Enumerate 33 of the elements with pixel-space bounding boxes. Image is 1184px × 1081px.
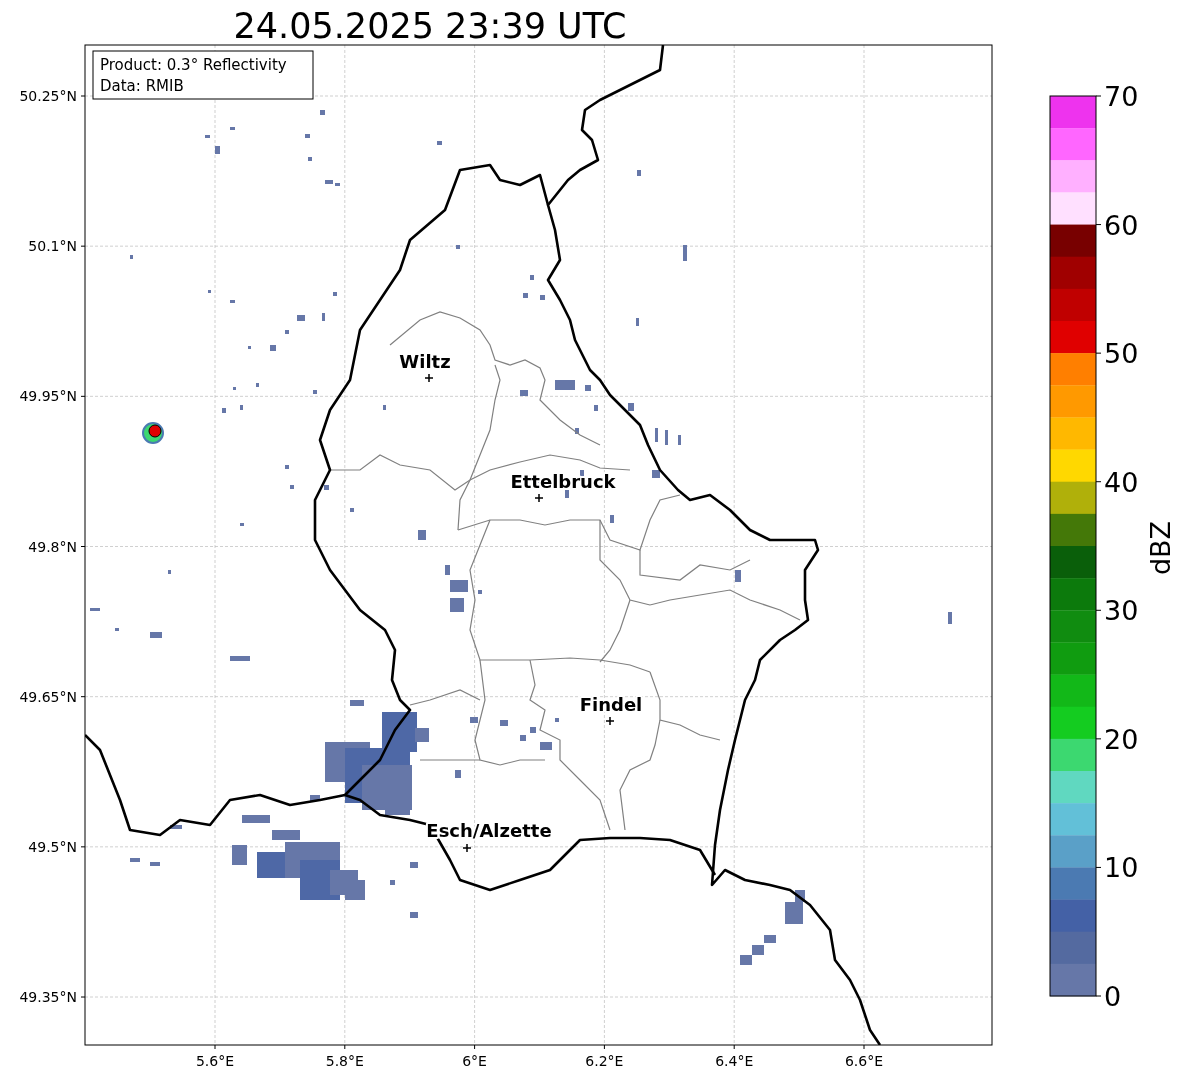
colorbar-label: 20 [1104, 723, 1139, 755]
colorbar-label: 0 [1104, 981, 1122, 1012]
latitude-label: 50.25°N [19, 88, 77, 104]
plus-marker-icon [462, 843, 472, 853]
colorbar-title: dBZ [1145, 520, 1176, 576]
info-text: Data: RMIB [100, 77, 184, 95]
colorbar-label: 70 [1104, 81, 1139, 112]
colorbar-label: 10 [1104, 852, 1139, 884]
colorbar-label: 50 [1104, 338, 1139, 370]
plus-marker-icon [424, 373, 434, 383]
latitude-label: 49.5°N [28, 838, 77, 855]
longitude-label: 6.2°E [585, 1053, 624, 1069]
plus-marker-icon [605, 716, 615, 726]
longitude-label: 6.4°E [715, 1053, 754, 1069]
latitude-label: 49.35°N [19, 989, 77, 1005]
colorbar-label: 60 [1104, 209, 1139, 241]
latitude-label: 49.8°N [28, 538, 77, 555]
radar-site-icon [142, 422, 164, 444]
city-label: Findel [579, 694, 643, 715]
latitude-label: 49.95°N [19, 388, 77, 405]
city-label: Ettelbruck [510, 471, 616, 492]
city-label: Wiltz [399, 351, 451, 372]
longitude-label: 5.8°E [325, 1053, 364, 1069]
longitude-label: 5.6°E [195, 1053, 235, 1069]
longitude-label: 6.6°E [844, 1053, 884, 1069]
colorbar-label: 40 [1104, 466, 1139, 498]
chart-title: 24.05.2025 23:39 UTC [233, 6, 627, 46]
latitude-label: 50.1°N [28, 238, 77, 255]
longitude-label: 6°E [462, 1053, 487, 1069]
plus-marker-icon [534, 493, 544, 503]
colorbar-label: 30 [1104, 595, 1139, 627]
latitude-label: 49.65°N [19, 688, 77, 705]
info-text: Product: 0.3° Reflectivity [100, 56, 287, 74]
